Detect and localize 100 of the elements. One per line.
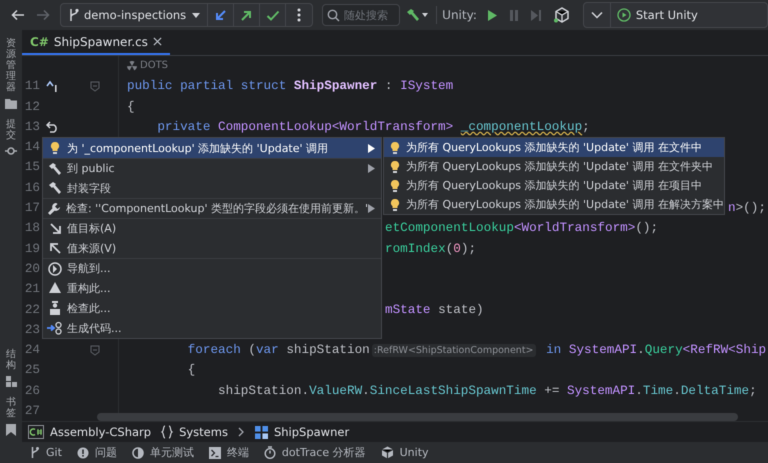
line-number: 19 (24, 240, 40, 258)
undo-icon[interactable] (46, 121, 59, 134)
line-number: 14 (24, 138, 40, 156)
code-line: shipStation.ValueRW.SinceLastShipSpawnTime += SystemAPI.Time.DeltaTime; (217, 382, 757, 398)
person-icon (49, 301, 61, 315)
lightbulb-icon (390, 160, 400, 174)
menu-item[interactable]: 检查此... (43, 298, 381, 318)
structure-icon[interactable] (6, 376, 16, 387)
breadcrumb-item[interactable]: Assembly-CSharp (50, 425, 152, 439)
line-number: 24 (24, 341, 40, 360)
tool-window-button[interactable]: 终端 (226, 445, 249, 460)
line-number: 22 (24, 300, 40, 319)
code-line: mState state) (385, 302, 484, 317)
csharp-icon (28, 425, 44, 439)
menu-item[interactable]: 值目标(A) (43, 218, 381, 238)
commit-icon[interactable] (5, 146, 17, 156)
lightbulb-icon (390, 178, 400, 192)
chevron-down-icon (590, 11, 603, 19)
caret-icon (191, 12, 202, 18)
class-icon (254, 426, 268, 438)
arrow-icon (240, 8, 254, 22)
hammer-icon (406, 8, 428, 22)
check-icon (266, 8, 280, 22)
line-number: 11 (24, 77, 40, 96)
cube-icon[interactable] (380, 446, 394, 459)
line-number: 13 (24, 118, 40, 136)
generate-icon (47, 321, 63, 335)
line-number: 21 (24, 280, 40, 298)
arrow-left-icon (11, 8, 25, 22)
fold-icon[interactable] (90, 80, 100, 92)
code-line: public partial struct ShipSpawner : ISystem (127, 78, 454, 94)
bookmark-icon[interactable] (6, 424, 16, 436)
play-icon (486, 8, 498, 22)
line-number: 25 (24, 361, 40, 380)
line-number: 27 (24, 402, 40, 420)
editor-tab[interactable]: C# ShipSpawner.cs (22, 30, 170, 55)
menu-item[interactable]: 值来源(V) (43, 238, 381, 258)
terminal-icon[interactable] (208, 446, 221, 458)
menu-item[interactable]: 为所有 QueryLookups 添加缺失的 'Update' 调用 在解决方案中 (384, 195, 724, 214)
menu-item[interactable]: 为所有 QueryLookups 添加缺失的 'Update' 调用 在文件夹中 (384, 157, 724, 176)
tool-window-button[interactable]: 问题 (94, 445, 117, 460)
arrow-icon (48, 222, 62, 235)
tool-window-button[interactable]: 单元测试 (150, 445, 194, 460)
menu-item[interactable]: 生成代码... (43, 318, 381, 338)
tool-window-button[interactable]: Git (46, 446, 62, 459)
line-number: 26 (24, 382, 40, 400)
tool-window-button[interactable]: Unity (400, 446, 429, 459)
line-number: 20 (24, 260, 40, 278)
line-number: 23 (24, 320, 40, 339)
code-line: n>(); (728, 200, 766, 216)
line-number: 15 (24, 158, 40, 176)
line-number: 17 (24, 199, 40, 218)
code-line: etComponentLookup<WorldTransform>(); (385, 220, 658, 236)
arrow-right-icon (36, 8, 50, 22)
warning-icon[interactable] (76, 446, 89, 458)
step-icon (530, 8, 542, 22)
code-lens[interactable]: DOTS (140, 56, 168, 76)
menu-item[interactable]: 到 public (43, 158, 381, 178)
menu-item[interactable]: 导航到... (43, 258, 381, 278)
lightbulb-icon (390, 140, 400, 154)
hammer-icon (48, 162, 62, 176)
unity-label: Unity: (442, 8, 477, 22)
tool-window-label[interactable]: 结构 (6, 349, 16, 371)
line-number: 12 (24, 98, 40, 116)
folder-icon[interactable] (5, 98, 17, 109)
branch-icon[interactable] (30, 446, 40, 459)
menu-item[interactable]: 为所有 QueryLookups 添加缺失的 'Update' 调用 在文件中 (384, 138, 724, 157)
implements-icon[interactable] (46, 80, 58, 92)
search-field[interactable]: 随处搜索 (322, 4, 400, 26)
cube-icon (552, 7, 571, 23)
hammer-icon (48, 181, 62, 195)
tool-window-label[interactable]: 资源管理器 (6, 38, 16, 93)
scrollbar[interactable] (97, 413, 738, 421)
menu-item[interactable]: 重构此... (43, 278, 381, 298)
play-icon (616, 8, 631, 22)
tool-window-label[interactable]: 提交 (6, 119, 16, 141)
menu-item[interactable]: 检查: ''ComponentLookup' 类型的字段必须在使用前更新。' (43, 198, 381, 218)
branch-icon (69, 8, 79, 22)
line-number: 18 (24, 219, 40, 238)
code-line: foreach (var shipStation :RefRW<ShipStationComponent> in SystemAPI.Query<RefRW<Ship (186, 342, 766, 358)
lightbulb-icon (390, 198, 400, 212)
breadcrumb-item[interactable]: Systems (179, 425, 228, 439)
code-line: { (186, 362, 196, 378)
menu-item[interactable]: 为所有 QueryLookups 添加缺失的 'Update' 调用 在项目中 (384, 176, 724, 195)
menu-item[interactable]: 为 '_componentLookup' 添加缺失的 'Update' 调用 (43, 138, 381, 158)
compass-icon (48, 262, 62, 276)
menu-item[interactable]: 封装字段 (43, 178, 381, 198)
arrow-icon (48, 242, 62, 254)
search-icon (327, 8, 340, 22)
fold-icon[interactable] (90, 344, 100, 356)
tool-window-button[interactable]: dotTrace 分析器 (282, 445, 366, 460)
close-icon[interactable] (152, 37, 162, 46)
tool-window-label[interactable]: 书签 (6, 397, 16, 419)
pyramid-icon (48, 281, 62, 295)
half-circle-icon[interactable] (132, 446, 144, 458)
pause-icon (508, 8, 519, 22)
code-line: { (127, 98, 135, 114)
braces-icon (161, 425, 174, 439)
stopwatch-icon[interactable] (264, 446, 276, 459)
breadcrumb-item[interactable]: ShipSpawner (274, 425, 350, 439)
